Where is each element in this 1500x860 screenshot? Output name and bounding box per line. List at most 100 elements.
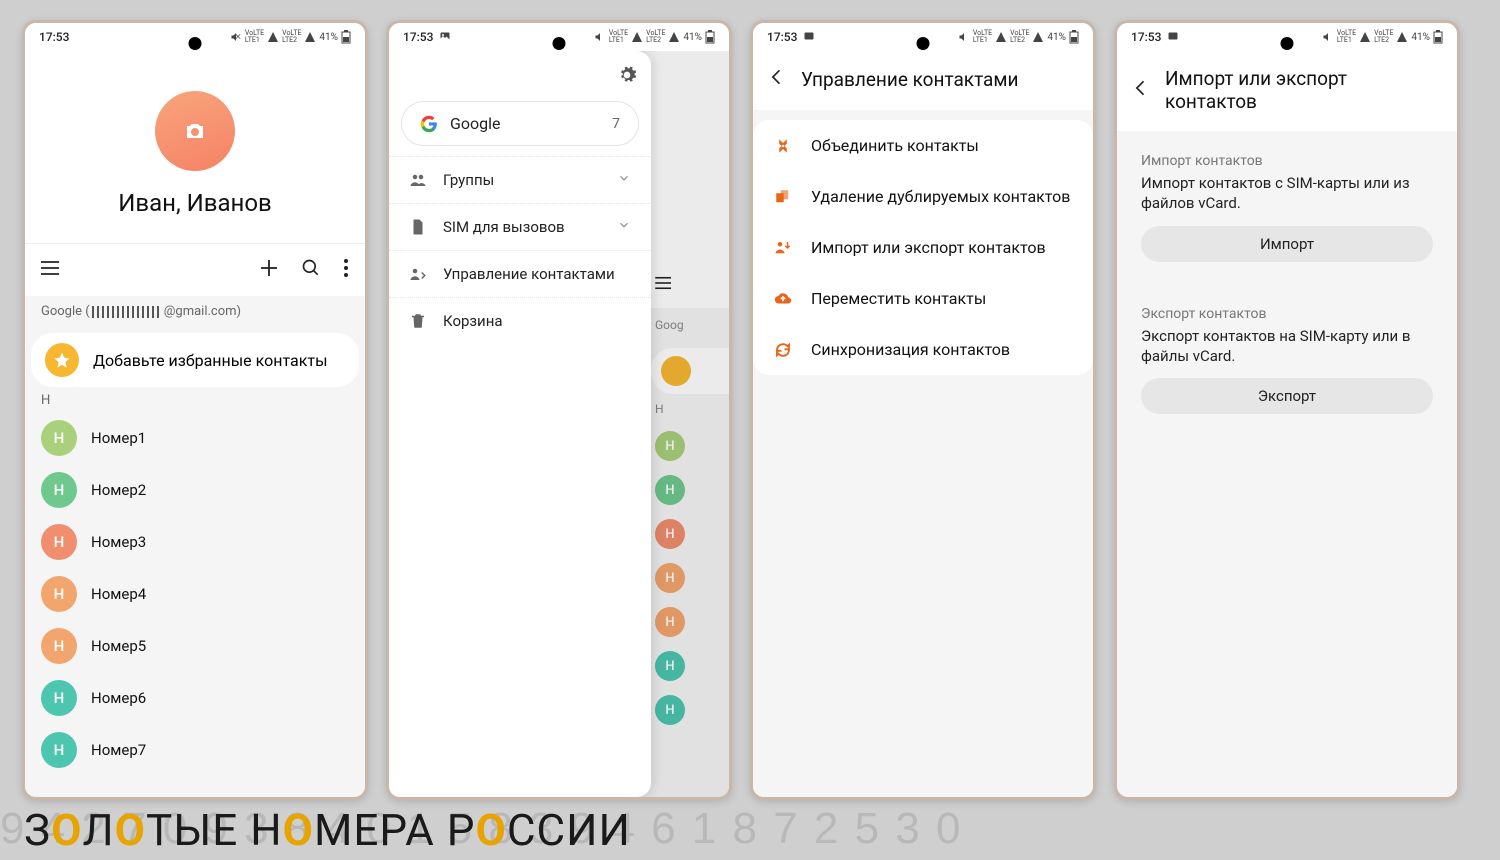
contact-row[interactable]: Н Номер5 — [25, 620, 365, 672]
status-bar: 17:53 VoLTELTE1 VoLTELTE2 41% — [25, 23, 365, 51]
import-heading: Импорт контактов — [1117, 139, 1457, 173]
manage-item-cloud-move[interactable]: Переместить контакты — [753, 273, 1093, 324]
contact-row[interactable]: Н Номер1 — [25, 412, 365, 464]
contact-row[interactable]: Н Номер6 — [25, 672, 365, 724]
signal2-icon — [668, 31, 680, 43]
banner-char: МЕРА Р — [314, 804, 476, 856]
status-bar: 17:53 VoLTELTE1 VoLTELTE2 41% — [389, 23, 729, 51]
back-icon[interactable] — [1131, 78, 1151, 103]
phone-screen-drawer: 17:53 VoLTELTE1 VoLTELTE2 41% — [386, 20, 732, 800]
drawer-item-people[interactable]: Группы — [389, 156, 651, 203]
lte2-label: VoLTELTE2 — [282, 30, 301, 44]
drawer-item-manage[interactable]: Управление контактами — [389, 250, 651, 297]
brand-banner: ЗОЛОТЫЕ НОМЕРА РОССИИ — [24, 804, 631, 856]
status-right: VoLTELTE1 VoLTELTE2 41% — [594, 30, 715, 44]
contact-name: Номер5 — [91, 637, 146, 655]
contact-avatar: Н — [41, 420, 77, 456]
trash-icon — [409, 312, 427, 330]
add-favorites-row[interactable]: Добавьте избранные контакты — [31, 333, 359, 387]
account-chip[interactable]: Google 7 — [401, 101, 639, 146]
navigation-drawer: Google 7 Группы SIM для вызовов Управлен… — [389, 51, 651, 797]
contact-name: Номер7 — [91, 741, 146, 759]
camera-hole-icon — [1281, 37, 1294, 50]
phone-screen-manage-contacts: 17:53 VoLTELTE1 VoLTELTE2 41% Управление… — [750, 20, 1096, 800]
signal-icon — [267, 31, 279, 43]
signal2-icon — [304, 31, 316, 43]
google-logo-icon — [420, 115, 438, 133]
chevron-down-icon — [617, 218, 631, 236]
contact-row[interactable]: Н Номер3 — [25, 516, 365, 568]
account-count: 7 — [612, 116, 620, 132]
banner-char: З — [24, 804, 51, 856]
contact-avatar: Н — [41, 472, 77, 508]
star-icon — [45, 343, 79, 377]
battery-icon — [341, 30, 351, 44]
banner-char: ТЫЕ Н — [146, 804, 283, 856]
manage-item-label: Переместить контакты — [811, 289, 986, 308]
contact-row[interactable]: Н Номер7 — [25, 724, 365, 776]
status-bar: 17:53 VoLTELTE1 VoLTELTE2 41% — [753, 23, 1093, 51]
sync-icon — [773, 341, 793, 359]
contact-name: Номер6 — [91, 689, 146, 707]
contact-row[interactable]: Н Номер4 — [25, 568, 365, 620]
drawer-item-label: Корзина — [443, 312, 503, 330]
add-contact-icon[interactable] — [259, 258, 279, 282]
drawer-item-label: Группы — [443, 171, 494, 189]
cloud-move-icon — [773, 290, 793, 308]
camera-icon — [183, 119, 207, 143]
export-description: Экспорт контактов на SIM-карту или в фай… — [1117, 326, 1457, 379]
screen4-content: Импорт или экспорт контактов Импорт конт… — [1117, 51, 1457, 797]
gear-icon[interactable] — [617, 70, 637, 89]
banner-char: О — [115, 804, 146, 856]
hamburger-menu-icon[interactable] — [41, 260, 61, 280]
drawer-item-label: Управление контактами — [443, 265, 615, 283]
more-menu-icon[interactable] — [343, 258, 349, 282]
page-title: Импорт или экспорт контактов — [1165, 67, 1441, 113]
contact-avatar: Н — [41, 576, 77, 612]
manage-item-label: Синхронизация контактов — [811, 340, 1010, 359]
profile-avatar[interactable] — [155, 91, 235, 171]
manage-item-label: Объединить контакты — [811, 136, 979, 155]
manage-item-dedup[interactable]: Удаление дублируемых контактов — [753, 171, 1093, 222]
contacts-toolbar — [25, 244, 365, 296]
gallery-status-icon — [439, 30, 451, 45]
camera-hole-icon — [553, 37, 566, 50]
profile-name: Иван, Иванов — [25, 189, 365, 217]
signal-icon — [631, 31, 643, 43]
contact-row[interactable]: Н Номер2 — [25, 464, 365, 516]
contact-name: Номер2 — [91, 481, 146, 499]
contact-name: Номер4 — [91, 585, 146, 603]
gallery-status-icon — [1167, 30, 1179, 45]
dedup-icon — [773, 188, 793, 206]
contact-avatar: Н — [41, 680, 77, 716]
manage-item-sync[interactable]: Синхронизация контактов — [753, 324, 1093, 375]
phone-screen-contacts: 17:53 VoLTELTE1 VoLTELTE2 41% Иван, Иван… — [22, 20, 368, 800]
chevron-down-icon — [617, 171, 631, 189]
manage-item-import-export[interactable]: Импорт или экспорт контактов — [753, 222, 1093, 273]
export-heading: Экспорт контактов — [1117, 292, 1457, 326]
manage-contacts-list: Объединить контакты Удаление дублируемых… — [753, 120, 1093, 375]
status-time: 17:53 — [39, 30, 69, 44]
banner-char: О — [51, 804, 82, 856]
battery-icon — [705, 30, 715, 44]
search-icon[interactable] — [301, 258, 321, 282]
export-button[interactable]: Экспорт — [1141, 378, 1433, 414]
contact-avatar: Н — [41, 524, 77, 560]
back-icon[interactable] — [767, 67, 787, 92]
banner-char: О — [476, 804, 507, 856]
mute-icon — [594, 31, 606, 43]
import-export-icon — [773, 239, 793, 257]
contact-avatar: Н — [41, 628, 77, 664]
account-email-line[interactable]: Google ( @gmail.com) — [25, 296, 365, 327]
battery-pct: 41% — [319, 32, 338, 43]
battery-pct: 41% — [683, 32, 702, 43]
account-name: Google — [450, 114, 501, 133]
people-icon — [409, 171, 427, 189]
status-right: VoLTELTE1 VoLTELTE2 41% — [230, 30, 351, 44]
import-button[interactable]: Импорт — [1141, 226, 1433, 262]
status-time: 17:53 — [767, 30, 797, 44]
drawer-item-trash[interactable]: Корзина — [389, 297, 651, 344]
manage-item-merge[interactable]: Объединить контакты — [753, 120, 1093, 171]
screen3-content: Управление контактами Объединить контакт… — [753, 51, 1093, 797]
drawer-item-sim[interactable]: SIM для вызовов — [389, 203, 651, 250]
